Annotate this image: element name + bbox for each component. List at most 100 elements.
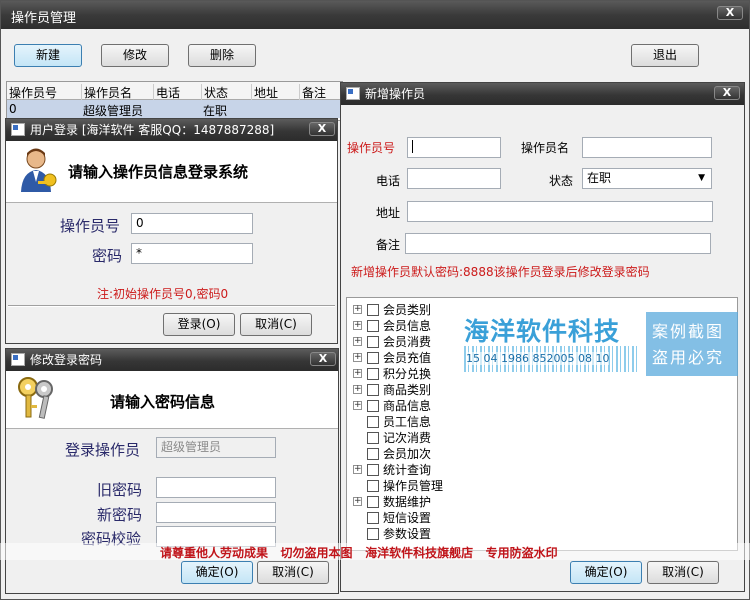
tree-item-label: 会员加次 [383,447,432,461]
tree-item[interactable]: 会员加次 [353,446,553,462]
change-pwd-cancel-button[interactable]: 取消(C) [257,561,329,584]
user-avatar-icon [21,148,57,192]
tree-item[interactable]: + 统计查询 [353,462,553,478]
login-dialog: 用户登录 [海洋软件 客服QQ：1487887288] X 请输入操作员信息登录… [5,118,338,344]
tree-item[interactable]: 员工信息 [353,414,553,430]
tree-checkbox[interactable] [367,384,379,396]
login-cancel-button[interactable]: 取消(C) [240,313,312,336]
new-op-cancel-button[interactable]: 取消(C) [647,561,719,584]
new-pwd-input[interactable] [156,502,276,523]
tree-item-label: 员工信息 [383,415,432,429]
login-heading: 请输入操作员信息登录系统 [68,163,249,181]
watermark-brand-text: 海洋软件科技 [464,317,621,346]
tree-item[interactable]: 记次消费 [353,430,553,446]
edit-button[interactable]: 修改 [101,44,169,67]
col-header-address[interactable]: 地址 [251,84,278,101]
note-input[interactable] [405,233,711,254]
col-header-op-name[interactable]: 操作员名 [81,84,132,101]
expand-icon[interactable]: + [353,497,362,506]
tree-checkbox[interactable] [367,464,379,476]
change-pwd-header-band: 请输入密码信息 [6,371,338,429]
phone-label: 电话 [376,174,401,188]
col-header-phone[interactable]: 电话 [153,84,180,101]
tree-item[interactable]: 参数设置 [353,526,553,542]
login-close-button[interactable]: X [309,122,335,136]
tree-item-label: 操作员管理 [383,479,444,493]
expand-icon[interactable]: + [353,353,362,362]
expand-icon[interactable]: + [353,369,362,378]
tree-checkbox[interactable] [367,496,379,508]
operator-grid: 操作员号 操作员名 电话 状态 地址 备注 0 超级管理员 在职 [6,81,343,121]
expand-icon[interactable]: + [353,465,362,474]
delete-button[interactable]: 删除 [188,44,256,67]
watermark-footer-band: 请尊重他人劳动成果 切勿盗用本图 海洋软件科技旗舰店 专用防盗水印 [0,543,750,560]
tree-item[interactable]: + 商品类别 [353,382,553,398]
col-header-note[interactable]: 备注 [299,84,326,101]
tree-item[interactable]: 短信设置 [353,510,553,526]
old-pwd-input[interactable] [156,477,276,498]
change-pwd-title: 修改登录密码 [30,353,103,367]
chevron-down-icon: ▼ [698,173,705,183]
tree-item[interactable]: 操作员管理 [353,478,553,494]
tree-item-label: 统计查询 [383,463,432,477]
new-op-title: 新增操作员 [365,87,426,101]
tree-checkbox[interactable] [367,448,379,460]
tree-checkbox[interactable] [367,352,379,364]
address-input[interactable] [407,201,713,222]
expand-icon[interactable]: + [353,337,362,346]
table-row[interactable]: 0 超级管理员 在职 [7,100,342,118]
watermark-stamp-line2: 盗用必究 [652,348,725,367]
change-pwd-ok-button[interactable]: 确定(O) [181,561,253,584]
tree-item-label: 会员信息 [383,319,432,333]
tree-checkbox[interactable] [367,400,379,412]
change-pwd-close-button[interactable]: X [310,352,336,366]
tree-checkbox[interactable] [367,432,379,444]
main-close-button[interactable]: X [717,6,743,20]
tree-item-label: 会员类别 [383,303,432,317]
cell-op-name: 超级管理员 [83,104,144,118]
login-op-label: 操作员号 [60,217,121,235]
new-op-ok-button[interactable]: 确定(O) [570,561,642,584]
expand-icon[interactable]: + [353,385,362,394]
tree-checkbox[interactable] [367,336,379,348]
expand-icon[interactable]: + [353,401,362,410]
cell-op-id: 0 [9,102,17,116]
tree-checkbox[interactable] [367,416,379,428]
new-op-close-button[interactable]: X [714,86,740,100]
login-pwd-input[interactable]: * [131,243,253,264]
op-id-input[interactable] [407,137,501,158]
op-name-input[interactable] [582,137,712,158]
new-button[interactable]: 新建 [14,44,82,67]
change-pwd-titlebar: 修改登录密码 X [6,349,338,371]
tree-item-label: 商品类别 [383,383,432,397]
login-ok-button[interactable]: 登录(O) [163,313,235,336]
window-icon [346,87,360,100]
col-header-status[interactable]: 状态 [201,84,228,101]
tree-checkbox[interactable] [367,528,379,540]
watermark-stamp-line1: 案例截图 [652,322,725,341]
tree-item-label: 商品信息 [383,399,432,413]
keys-icon [18,377,53,419]
login-op-input[interactable]: 0 [131,213,253,234]
col-header-op-id[interactable]: 操作员号 [9,84,57,101]
change-pwd-heading: 请输入密码信息 [110,393,216,411]
phone-input[interactable] [407,168,501,189]
expand-icon[interactable]: + [353,305,362,314]
tree-checkbox[interactable] [367,368,379,380]
exit-button[interactable]: 退出 [631,44,699,67]
tree-checkbox[interactable] [367,320,379,332]
expand-icon[interactable]: + [353,321,362,330]
status-select[interactable]: 在职 ▼ [582,168,712,189]
tree-checkbox[interactable] [367,304,379,316]
op-id-label: 操作员号 [347,141,396,155]
tree-item-label: 参数设置 [383,527,432,541]
tree-checkbox[interactable] [367,480,379,492]
status-value: 在职 [587,171,612,185]
tree-item[interactable]: + 数据维护 [353,494,553,510]
tree-item[interactable]: + 商品信息 [353,398,553,414]
login-header-band: 请输入操作员信息登录系统 [6,141,337,203]
tree-item-label: 数据维护 [383,495,432,509]
watermark-footer: 请尊重他人劳动成果 切勿盗用本图 海洋软件科技旗舰店 专用防盗水印 [160,546,558,560]
tree-checkbox[interactable] [367,512,379,524]
window-icon [11,123,25,136]
